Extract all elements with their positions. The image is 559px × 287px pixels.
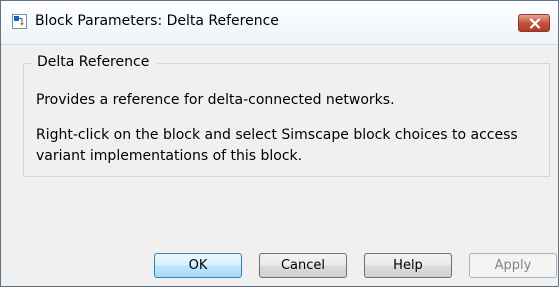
simulink-block-icon bbox=[12, 14, 27, 29]
group-legend: Delta Reference bbox=[34, 54, 153, 70]
description-line-3: variant implementations of this block. bbox=[36, 148, 303, 164]
dialog-window: Block Parameters: Delta Reference Delta … bbox=[0, 0, 559, 287]
group-border-top-right bbox=[157, 63, 550, 64]
group-border-top-left bbox=[23, 63, 31, 64]
apply-button[interactable]: Apply bbox=[469, 253, 557, 278]
description-line-2: Right-click on the block and select Sims… bbox=[36, 127, 518, 143]
help-button[interactable]: Help bbox=[364, 253, 452, 278]
ok-button[interactable]: OK bbox=[154, 253, 242, 278]
close-icon bbox=[529, 18, 541, 29]
description-line-1: Provides a reference for delta-connected… bbox=[36, 92, 395, 108]
close-button[interactable] bbox=[518, 14, 550, 32]
cancel-button[interactable]: Cancel bbox=[259, 253, 347, 278]
title-bar[interactable]: Block Parameters: Delta Reference bbox=[1, 1, 558, 45]
window-title: Block Parameters: Delta Reference bbox=[35, 13, 279, 29]
